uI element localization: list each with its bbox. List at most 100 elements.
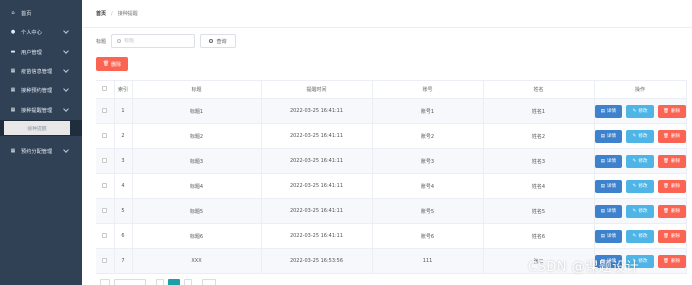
delete-button[interactable]: 🗑︎ 删除 — [657, 204, 686, 218]
detail-button[interactable]: ▤ 详情 — [594, 229, 623, 243]
edit-button[interactable]: ✎ 修改 — [626, 204, 654, 218]
search-input[interactable] — [124, 38, 186, 44]
cell-account: 账号5 — [372, 198, 484, 224]
search-icon — [117, 39, 121, 43]
cell-actions: ▤ 详情 ✎ 修改 🗑︎ 删除 — [594, 173, 687, 199]
users-icon: ▬ — [10, 49, 16, 55]
delete-button[interactable]: 🗑︎ 删除 — [657, 254, 686, 268]
row-checkbox[interactable] — [102, 132, 108, 138]
chevron-down-icon — [63, 106, 69, 112]
sidebar-item-label: 预约分配管理 — [21, 148, 53, 155]
edit-button[interactable]: ✎ 修改 — [626, 154, 654, 168]
search-icon — [209, 39, 214, 43]
delete-button[interactable]: 🗑︎ 删除 — [657, 104, 686, 118]
breadcrumb-separator: / — [111, 11, 113, 17]
submenu: 接种提醒 — [0, 120, 82, 136]
page-size-select[interactable] — [114, 279, 146, 285]
row-checkbox[interactable] — [102, 107, 108, 113]
prev-page-button[interactable] — [156, 279, 164, 285]
delete-button-label: 删除 — [671, 209, 681, 214]
query-button-label: 查询 — [216, 38, 227, 45]
cell-name: 姓名2 — [483, 123, 595, 149]
cell-name: 姓名1 — [483, 98, 595, 124]
row-select-cell[interactable] — [96, 223, 115, 249]
row-checkbox[interactable] — [102, 257, 108, 263]
cell-account: 账号6 — [372, 223, 484, 249]
query-button[interactable]: 查询 — [200, 34, 236, 48]
cell-remind-time: 2022-03-25 16:41:11 — [261, 173, 373, 199]
column-header-name: 姓名 — [483, 80, 595, 99]
sidebar-item-4[interactable]: ▦ 接种预约管理 — [0, 80, 82, 100]
sidebar-item-6[interactable]: ▦ 预约分配管理 — [0, 141, 82, 161]
user-icon: ● — [10, 29, 16, 35]
submenu-item-active[interactable]: 接种提醒 — [4, 121, 70, 135]
detail-button[interactable]: ▤ 详情 — [594, 204, 623, 218]
detail-button[interactable]: ▤ 详情 — [594, 104, 623, 118]
sidebar-item-2[interactable]: ▬ 用户管理 — [0, 42, 82, 62]
detail-button-label: 详情 — [606, 184, 617, 189]
detail-button[interactable]: ▤ 详情 — [594, 154, 623, 168]
row-select-cell[interactable] — [96, 248, 115, 274]
page-number-active[interactable] — [168, 279, 180, 285]
row-select-cell[interactable] — [96, 173, 115, 199]
sidebar-item-1[interactable]: ● 个人中心 — [0, 22, 82, 42]
row-select-cell[interactable] — [96, 98, 115, 124]
cell-account: 账号3 — [372, 148, 484, 174]
cell-index: 3 — [114, 148, 133, 174]
sidebar-item-3[interactable]: ▦ 疫苗信息管理 — [0, 61, 82, 81]
delete-button-label: 删除 — [671, 159, 681, 164]
sidebar-item-0[interactable]: ⌂ 首页 — [0, 3, 82, 23]
search-input-wrapper[interactable] — [111, 34, 195, 48]
cell-remind-time: 2022-03-25 16:41:11 — [261, 148, 373, 174]
select-all-cell[interactable] — [96, 80, 115, 99]
cell-account: 账号1 — [372, 98, 484, 124]
cell-remind-time: 2022-03-25 16:41:11 — [261, 98, 373, 124]
next-page-button[interactable] — [184, 279, 192, 285]
cell-actions: ▤ 详情 ✎ 修改 🗑︎ 删除 — [594, 148, 687, 174]
edit-button[interactable]: ✎ 修改 — [626, 179, 654, 193]
row-select-cell[interactable] — [96, 198, 115, 224]
detail-button[interactable]: ▤ 详情 — [594, 179, 623, 193]
column-header-index: 索引 — [114, 80, 133, 99]
cell-actions: ▤ 详情 ✎ 修改 🗑︎ 删除 — [594, 123, 687, 149]
breadcrumb-home[interactable]: 首页 — [96, 11, 106, 17]
cell-title: XXX — [132, 248, 262, 274]
detail-button[interactable]: ▤ 详情 — [594, 129, 623, 143]
column-header-remind-time: 提醒时间 — [261, 80, 373, 99]
trash-icon: 🗑︎ — [102, 61, 110, 67]
cell-index: 5 — [114, 198, 133, 224]
delete-button[interactable]: 🗑︎ 删除 — [657, 179, 686, 193]
cell-title: 标题5 — [132, 198, 262, 224]
detail-button-label: 详情 — [606, 159, 617, 164]
row-checkbox[interactable] — [102, 182, 108, 188]
page-jump-input[interactable] — [202, 279, 216, 285]
sidebar-item-5[interactable]: ▦ 接种提醒管理 — [0, 100, 82, 120]
delete-button[interactable]: 🗑︎ 删除 — [657, 154, 686, 168]
cell-account: 111 — [372, 248, 484, 274]
sidebar-item-label: 接种提醒管理 — [21, 107, 53, 114]
cell-title: 标题6 — [132, 223, 262, 249]
edit-button-label: 修改 — [638, 209, 648, 214]
row-select-cell[interactable] — [96, 123, 115, 149]
edit-button[interactable]: ✎ 修改 — [626, 129, 654, 143]
edit-button[interactable]: ✎ 修改 — [626, 104, 654, 118]
batch-delete-button[interactable]: 🗑︎ 删除 — [96, 57, 128, 71]
row-checkbox[interactable] — [102, 157, 108, 163]
delete-button[interactable]: 🗑︎ 删除 — [657, 129, 686, 143]
chevron-down-icon — [63, 67, 69, 73]
table-row: 1 标题1 2022-03-25 16:41:11 账号1 姓名1 ▤ 详情 ✎ 修改 🗑︎ 删除 — [96, 98, 687, 124]
edit-button-label: 修改 — [638, 234, 648, 239]
row-select-cell[interactable] — [96, 148, 115, 174]
row-checkbox[interactable] — [102, 232, 108, 238]
breadcrumb-current: 接种提醒 — [117, 11, 138, 17]
row-checkbox[interactable] — [102, 207, 108, 213]
select-all-checkbox[interactable] — [102, 86, 108, 91]
detail-icon: ▤ — [600, 158, 605, 164]
cell-account: 账号2 — [372, 123, 484, 149]
home-icon: ⌂ — [11, 10, 15, 16]
table-header-row: 索引 标题 提醒时间 账号 姓名 操作 — [96, 80, 687, 99]
delete-button[interactable]: 🗑︎ 删除 — [657, 229, 686, 243]
edit-button[interactable]: ✎ 修改 — [626, 229, 654, 243]
grid-icon: ▦ — [10, 148, 16, 154]
trash-icon: 🗑︎ — [663, 158, 669, 164]
